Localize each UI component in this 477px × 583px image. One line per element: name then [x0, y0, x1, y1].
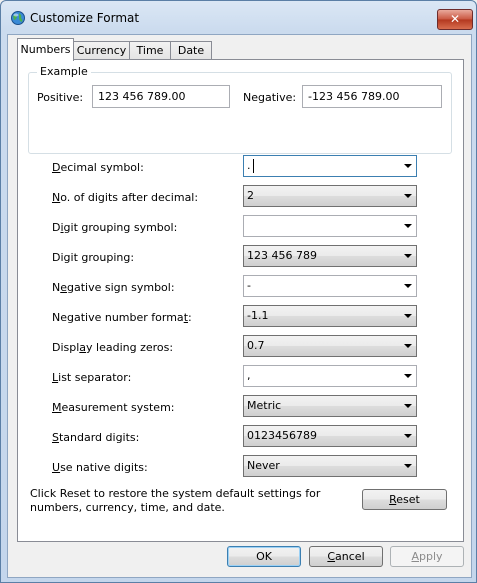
reset-button[interactable]: Reset	[362, 489, 447, 510]
tab-label: Time	[136, 44, 164, 57]
window-title: Customize Format	[30, 11, 140, 25]
combo-value: .	[247, 159, 251, 172]
chevron-down-icon[interactable]	[404, 464, 412, 468]
close-icon: ✕	[449, 12, 461, 26]
title-bar[interactable]: Customize Format ✕	[0, 0, 477, 36]
measurement-system-dropdown[interactable]: Metric	[243, 395, 417, 417]
chevron-down-icon[interactable]	[404, 254, 412, 258]
tab-time[interactable]: Time	[129, 41, 171, 60]
positive-example-field[interactable]: 123 456 789.00	[92, 85, 230, 108]
example-group: Example Positive: 123 456 789.00 Negativ…	[28, 65, 452, 154]
reset-info-text: Click Reset to restore the system defaul…	[30, 487, 321, 514]
combo-value: ,	[247, 369, 251, 382]
combo-value: 123 456 789	[247, 249, 317, 262]
apply-button[interactable]: Apply	[390, 546, 464, 567]
combo-value: Never	[247, 459, 280, 472]
chevron-down-icon[interactable]	[404, 314, 412, 318]
decimal-symbol-combo[interactable]: .	[243, 155, 417, 177]
chevron-down-icon[interactable]	[404, 434, 412, 438]
numbers-tab-panel: Example Positive: 123 456 789.00 Negativ…	[17, 59, 464, 542]
combo-value: 0123456789	[247, 429, 317, 442]
digit-grouping-dropdown[interactable]: 123 456 789	[243, 245, 417, 267]
combo-value: -1.1	[247, 309, 269, 322]
chevron-down-icon[interactable]	[404, 374, 412, 378]
cancel-button[interactable]: Cancel	[309, 546, 383, 567]
positive-label: Positive:	[37, 91, 84, 104]
list-separator-combo[interactable]: ,	[243, 365, 417, 387]
dialog-body: Numbers Currency Time Date Example Posit…	[7, 34, 472, 578]
tab-date[interactable]: Date	[170, 41, 212, 60]
use-native-digits-dropdown[interactable]: Never	[243, 455, 417, 477]
tab-numbers[interactable]: Numbers	[17, 38, 74, 61]
combo-value: Metric	[247, 399, 282, 412]
display-leading-zeros-label: Display leading zeros:	[52, 341, 174, 354]
negative-sign-symbol-label: Negative sign symbol:	[52, 281, 175, 294]
negative-example-value: -123 456 789.00	[308, 90, 400, 103]
example-caption: Example	[37, 65, 91, 78]
digits-after-decimal-label: No. of digits after decimal:	[52, 191, 199, 204]
display-leading-zeros-dropdown[interactable]: 0.7	[243, 335, 417, 357]
list-separator-label: List separator:	[52, 371, 132, 384]
standard-digits-label: Standard digits:	[52, 431, 140, 444]
chevron-down-icon[interactable]	[404, 404, 412, 408]
measurement-system-label: Measurement system:	[52, 401, 175, 414]
chevron-down-icon[interactable]	[404, 164, 412, 168]
chevron-down-icon[interactable]	[404, 284, 412, 288]
digits-after-decimal-dropdown[interactable]: 2	[243, 185, 417, 207]
chevron-down-icon[interactable]	[404, 344, 412, 348]
ok-button[interactable]: OK	[227, 546, 301, 567]
decimal-symbol-label: Decimal symbol:	[52, 161, 144, 174]
combo-value: 0.7	[247, 339, 265, 352]
standard-digits-dropdown[interactable]: 0123456789	[243, 425, 417, 447]
negative-sign-symbol-combo[interactable]: -	[243, 275, 417, 297]
tab-label: Date	[177, 44, 205, 57]
combo-value: -	[247, 279, 251, 292]
digit-grouping-label: Digit grouping:	[52, 251, 135, 264]
tab-label: Numbers	[20, 43, 71, 56]
positive-example-value: 123 456 789.00	[98, 90, 186, 103]
chevron-down-icon[interactable]	[404, 194, 412, 198]
negative-example-field[interactable]: -123 456 789.00	[302, 85, 442, 108]
use-native-digits-label: Use native digits:	[52, 461, 148, 474]
negative-number-format-label: Negative number format:	[52, 311, 192, 324]
digit-grouping-symbol-label: Digit grouping symbol:	[52, 221, 178, 234]
negative-label: Negative:	[243, 91, 297, 104]
combo-value: 2	[247, 189, 254, 202]
close-button[interactable]: ✕	[437, 9, 473, 30]
globe-with-gear-icon	[11, 11, 25, 25]
tab-currency[interactable]: Currency	[73, 41, 130, 60]
text-caret	[252, 159, 254, 173]
negative-number-format-dropdown[interactable]: -1.1	[243, 305, 417, 327]
tab-label: Currency	[76, 44, 127, 57]
digit-grouping-symbol-combo[interactable]	[243, 215, 417, 237]
chevron-down-icon[interactable]	[404, 224, 412, 228]
